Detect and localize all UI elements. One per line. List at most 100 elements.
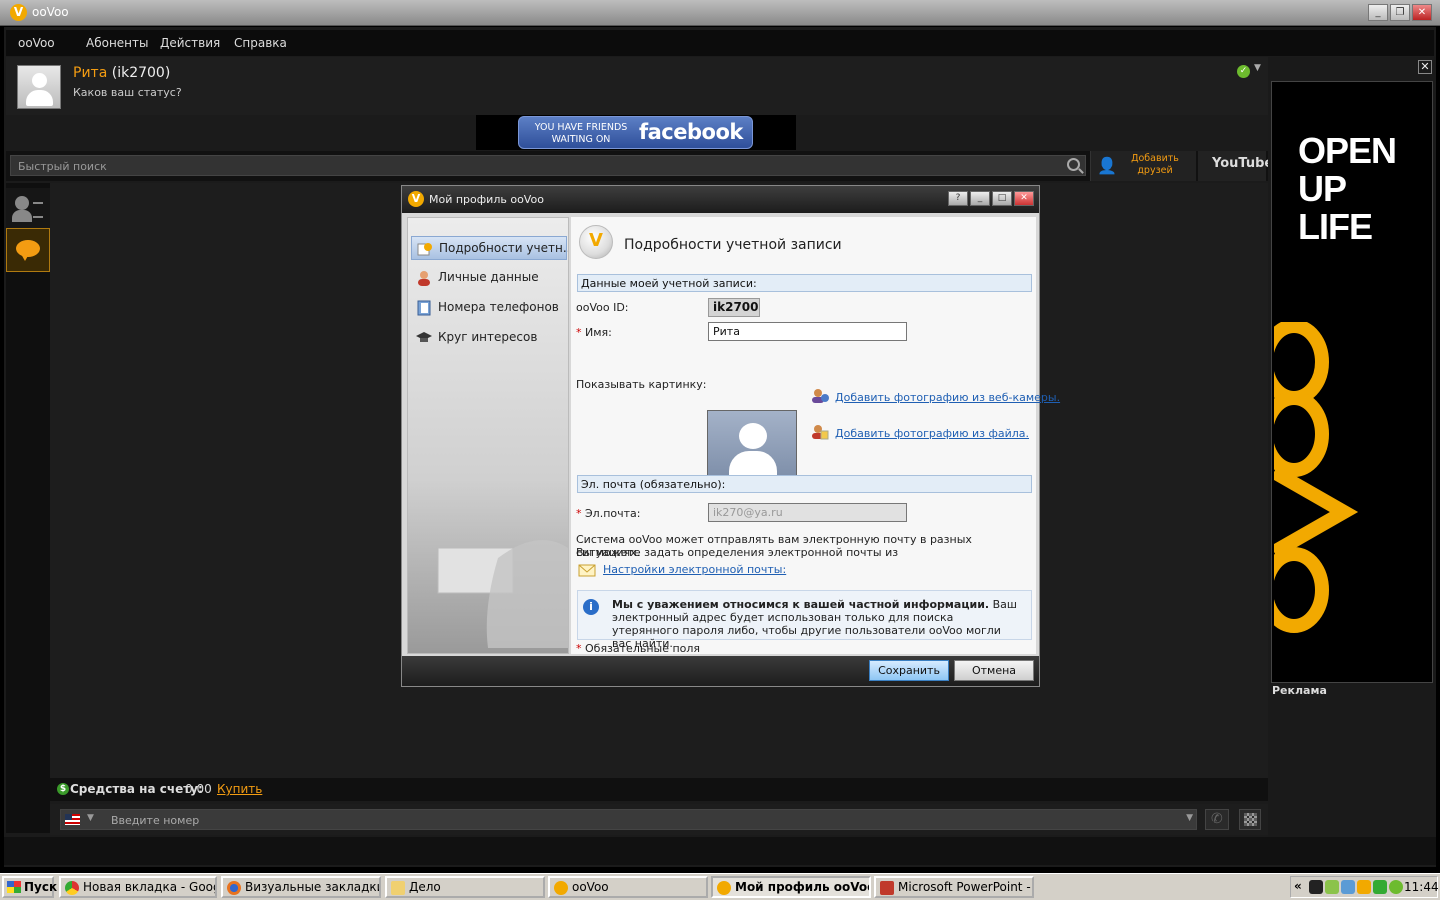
phone-book-icon xyxy=(417,300,431,316)
tray-icq-icon[interactable] xyxy=(1389,880,1403,894)
oovoo-ad-logo xyxy=(1274,322,1359,633)
oovoo-icon xyxy=(717,881,731,895)
taskbar-item-label: Новая вкладка - Google ... xyxy=(83,880,215,894)
call-button[interactable] xyxy=(1205,809,1229,830)
restore-button[interactable]: ❐ xyxy=(1390,4,1410,21)
sidebar-item-label: Круг интересов xyxy=(438,330,538,344)
taskbar-item-chrome[interactable]: Новая вкладка - Google ... xyxy=(59,876,217,898)
email-field[interactable]: ik270@ya.ru xyxy=(708,503,907,522)
cancel-button[interactable]: Отмена xyxy=(954,660,1034,681)
dialog-close-button[interactable]: ✕ xyxy=(1014,191,1034,206)
add-friends-button[interactable]: 👤 Добавить друзей xyxy=(1090,151,1196,181)
menu-actions[interactable]: Действия xyxy=(160,36,220,50)
sidebar-item-phone-numbers[interactable]: Номера телефонов xyxy=(411,296,567,320)
privacy-bold: Мы с уважением относимся к вашей частной… xyxy=(612,598,990,611)
account-details-panel: Подробности учетной записи Данные моей у… xyxy=(571,217,1060,655)
contacts-tab[interactable] xyxy=(6,188,50,232)
required-fields-note: * Обязательные поля xyxy=(576,642,700,655)
ad-banner[interactable]: OPEN UP LIFE xyxy=(1271,81,1433,683)
online-status-icon[interactable]: ✓ xyxy=(1237,65,1250,78)
minimize-button[interactable]: _ xyxy=(1368,4,1388,21)
envelope-icon xyxy=(578,564,596,577)
close-button[interactable]: ✕ xyxy=(1412,4,1432,21)
dollar-icon: $ xyxy=(57,783,69,795)
dialog-minimize-button[interactable]: _ xyxy=(970,191,990,206)
email-label-row: * Эл.почта: xyxy=(576,507,640,520)
chat-tab[interactable] xyxy=(6,228,50,272)
tray-network-icon[interactable] xyxy=(1341,880,1355,894)
file-photo-icon xyxy=(812,425,829,440)
tray-oovoo-icon[interactable] xyxy=(1357,880,1371,894)
dialog-footer: Сохранить Отмена xyxy=(402,656,1039,686)
phone-number-input[interactable]: ▼ Введите номер ▼ xyxy=(60,809,1197,830)
oovoo-icon xyxy=(554,881,568,895)
sidebar-item-label: Номера телефонов xyxy=(438,300,559,314)
info-icon: i xyxy=(583,599,599,615)
tray-check-icon[interactable] xyxy=(1373,880,1387,894)
email-settings-link[interactable]: Настройки электронной почты: xyxy=(603,563,786,576)
powerpoint-icon xyxy=(880,881,894,895)
add-user-icon: 👤 xyxy=(1097,156,1117,175)
ad-label: Реклама xyxy=(1272,684,1327,697)
personal-data-icon xyxy=(418,271,430,286)
dialog-maximize-button[interactable]: □ xyxy=(992,191,1012,206)
sidebar-item-account-details[interactable]: Подробности учетн... xyxy=(411,236,568,260)
required-marker: * xyxy=(576,642,582,655)
name-field[interactable]: Рита xyxy=(708,322,907,341)
taskbar-item-firefox[interactable]: Визуальные закладки - ... xyxy=(221,876,381,898)
facebook-banner-button[interactable]: YOU HAVE FRIENDS WAITING ON facebook xyxy=(518,116,753,149)
sidebar-item-personal-data[interactable]: Личные данные xyxy=(411,266,567,290)
youtube-button[interactable]: YouTube xyxy=(1198,151,1273,181)
quick-search-input[interactable]: Быстрый поиск xyxy=(10,155,1086,176)
menu-contacts[interactable]: Абоненты xyxy=(86,36,149,50)
country-dropdown-icon[interactable]: ▼ xyxy=(87,813,94,823)
menu-oovoo[interactable]: ooVoo xyxy=(18,36,55,50)
buy-link[interactable]: Купить xyxy=(217,782,262,796)
webcam-photo-icon xyxy=(812,389,829,403)
balance-bar: $ Средства на счету: 0,00 Купить xyxy=(50,778,1268,801)
facebook-banner-text: YOU HAVE FRIENDS WAITING ON xyxy=(534,122,628,145)
status-prompt[interactable]: Каков ваш статус? xyxy=(73,86,182,99)
save-button[interactable]: Сохранить xyxy=(869,660,949,681)
window-title: ooVoo xyxy=(32,5,69,19)
tray-security-icon[interactable] xyxy=(1325,880,1339,894)
search-icon[interactable] xyxy=(1067,158,1080,171)
contacts-icon-lines xyxy=(33,202,43,218)
graduation-cap-icon xyxy=(416,332,432,342)
hand-card-illustration xyxy=(437,540,568,648)
avatar[interactable] xyxy=(17,65,61,109)
start-button[interactable]: Пуск xyxy=(2,876,58,898)
tray-expand-icon[interactable]: « xyxy=(1294,879,1302,893)
panel-title: Подробности учетной записи xyxy=(624,237,842,253)
chat-bubble-icon xyxy=(16,240,40,261)
help-button[interactable]: ? xyxy=(948,191,968,206)
contacts-icon xyxy=(15,196,29,210)
menu-help[interactable]: Справка xyxy=(234,36,287,50)
us-flag-icon[interactable] xyxy=(65,814,80,825)
profile-sidebar: Подробности учетн... Личные данные Номер… xyxy=(407,217,569,654)
taskbar-item-powerpoint[interactable]: Microsoft PowerPoint - [П... xyxy=(874,876,1034,898)
sidebar-item-interests[interactable]: Круг интересов xyxy=(411,326,567,350)
facebook-logo: facebook xyxy=(639,120,743,144)
taskbar-item-oovoo[interactable]: ooVoo xyxy=(548,876,708,898)
ad-slogan: OPEN UP LIFE xyxy=(1298,130,1397,247)
number-history-dropdown-icon[interactable]: ▼ xyxy=(1186,813,1193,823)
taskbar-item-folder[interactable]: Дело xyxy=(385,876,545,898)
user-header: Рита (ik2700) Каков ваш статус? ✓ ▼ xyxy=(6,57,1268,115)
required-fields-label: Обязательные поля xyxy=(585,642,701,655)
taskbar-item-oovoo-profile[interactable]: Мой профиль ooVoo xyxy=(711,876,871,898)
add-file-photo-link[interactable]: Добавить фотографию из файла. xyxy=(835,427,1029,440)
start-label: Пуск xyxy=(24,880,58,894)
search-row: Быстрый поиск 👤 Добавить друзей YouTube xyxy=(6,151,1273,181)
balance-label: Средства на счету: xyxy=(70,782,203,796)
youtube-logo: YouTube xyxy=(1212,156,1274,171)
taskbar-item-label: Microsoft PowerPoint - [П... xyxy=(898,880,1032,894)
status-dropdown-icon[interactable]: ▼ xyxy=(1254,63,1261,73)
add-webcam-photo-link[interactable]: Добавить фотографию из веб-камеры. xyxy=(835,391,1060,404)
tray-app-icon[interactable] xyxy=(1309,880,1323,894)
windows-logo-icon xyxy=(7,881,21,893)
profile-picture[interactable] xyxy=(707,410,797,484)
ad-close-icon[interactable]: ✕ xyxy=(1418,60,1432,74)
show-picture-label: Показывать картинку: xyxy=(576,378,707,391)
dialpad-button[interactable] xyxy=(1239,809,1261,830)
